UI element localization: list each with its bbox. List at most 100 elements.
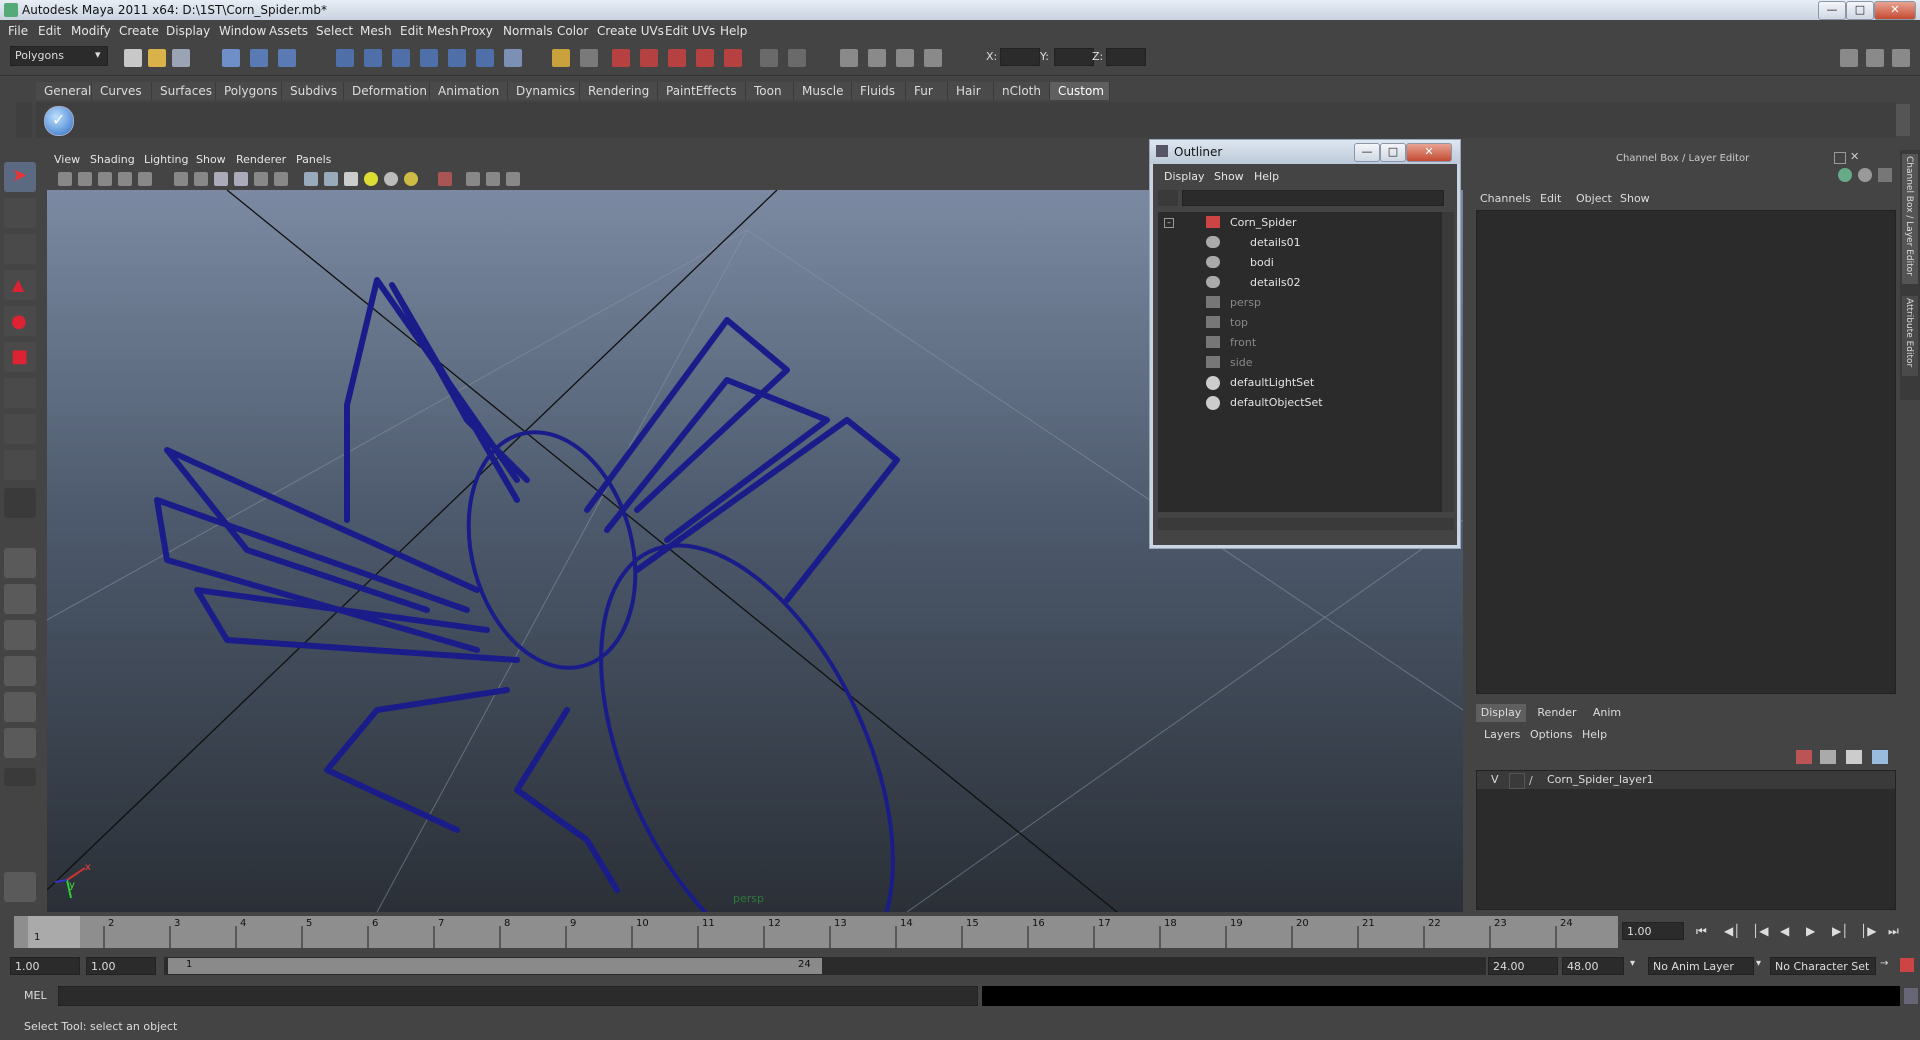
- menu-select[interactable]: Select: [316, 24, 353, 38]
- menu-mesh[interactable]: Mesh: [360, 24, 392, 38]
- layer-name[interactable]: Corn_Spider_layer1: [1547, 773, 1654, 786]
- anim-layer-dropdown[interactable]: No Anim Layer: [1648, 957, 1754, 975]
- all-lights-icon[interactable]: [384, 172, 398, 186]
- layout-persp-graph-icon[interactable]: [4, 656, 36, 686]
- x-field[interactable]: [1000, 48, 1040, 66]
- menu-edit-mesh[interactable]: Edit Mesh: [400, 24, 459, 38]
- go-to-start-icon[interactable]: ⏮: [1696, 924, 1707, 939]
- menu-display[interactable]: Display: [166, 24, 210, 38]
- mel-command-input[interactable]: [58, 986, 978, 1006]
- menu-window[interactable]: Window: [219, 24, 266, 38]
- outliner-item-front[interactable]: front: [1230, 336, 1256, 349]
- cb-menu-object[interactable]: Object: [1576, 192, 1612, 205]
- layer-tab-anim[interactable]: Anim: [1584, 704, 1630, 722]
- new-layer-empty-icon[interactable]: [1796, 750, 1812, 764]
- hypershade-icon[interactable]: [696, 49, 714, 67]
- outliner-vertical-scrollbar[interactable]: [1442, 212, 1454, 512]
- collapse-toggle-icon[interactable]: –: [1164, 218, 1174, 228]
- show-channel-box-icon[interactable]: [1892, 49, 1910, 67]
- menu-help[interactable]: Help: [720, 24, 747, 38]
- flat-shade-icon[interactable]: [234, 172, 248, 186]
- xray-icon[interactable]: [466, 172, 480, 186]
- layout-hypershade-icon[interactable]: [4, 692, 36, 722]
- menu-set-dropdown[interactable]: Polygons ▾: [10, 46, 108, 66]
- bookmark-icon[interactable]: [98, 172, 112, 186]
- play-backwards-icon[interactable]: ◀: [1780, 924, 1789, 938]
- play-forwards-icon[interactable]: ▶: [1806, 924, 1815, 938]
- step-forward-frame-icon[interactable]: ▶│: [1832, 924, 1848, 938]
- chevron-down-icon[interactable]: ▾: [1756, 958, 1761, 969]
- layer-type-toggle[interactable]: [1509, 773, 1525, 789]
- key-icon[interactable]: →: [1880, 958, 1888, 969]
- animation-start-time-field[interactable]: 1.00: [10, 957, 80, 975]
- cb-menu-channels[interactable]: Channels: [1480, 192, 1531, 205]
- outliner-item-top[interactable]: top: [1230, 316, 1248, 329]
- step-back-key-icon[interactable]: ◀│: [1724, 924, 1740, 938]
- snap-grid-icon[interactable]: [336, 49, 354, 67]
- layer-menu-options[interactable]: Options: [1530, 728, 1572, 741]
- layout-outliner-persp-icon[interactable]: [4, 620, 36, 650]
- snap-curve-icon[interactable]: [364, 49, 382, 67]
- layout-persp-outliner-icon[interactable]: [4, 728, 36, 758]
- default-light-icon[interactable]: [364, 172, 378, 186]
- shelf-tab-dynamics[interactable]: Dynamics: [508, 82, 580, 100]
- layout-two-icon[interactable]: [788, 49, 806, 67]
- command-language-label[interactable]: MEL: [24, 989, 47, 1002]
- shelf-tab-fluids[interactable]: Fluids: [852, 82, 906, 100]
- shelf-scroll-arrows[interactable]: [1896, 104, 1910, 136]
- outliner-minimize-button[interactable]: —: [1354, 143, 1380, 162]
- viewport-menu-panels[interactable]: Panels: [296, 153, 331, 166]
- shaded-icon[interactable]: [324, 172, 338, 186]
- layer-menu-help[interactable]: Help: [1582, 728, 1607, 741]
- viewport-menu-show[interactable]: Show: [196, 153, 226, 166]
- outliner-item-corn-spider[interactable]: Corn_Spider: [1230, 216, 1297, 229]
- character-set-dropdown[interactable]: No Character Set: [1770, 957, 1876, 975]
- channel-box-pen-icon[interactable]: [1878, 168, 1892, 182]
- snap-live-icon[interactable]: [448, 49, 466, 67]
- outliner-tree[interactable]: – Corn_Spider details01 bodi details02 p…: [1158, 212, 1442, 512]
- select-hierarchy-icon[interactable]: [222, 49, 240, 67]
- outliner-item-details02[interactable]: details02: [1250, 276, 1301, 289]
- snap-plane-icon[interactable]: [420, 49, 438, 67]
- open-scene-icon[interactable]: [148, 49, 166, 67]
- bounding-box-icon[interactable]: [254, 172, 268, 186]
- chevron-down-icon[interactable]: ▾: [1630, 958, 1635, 969]
- outliner-item-bodi[interactable]: bodi: [1250, 256, 1274, 269]
- cb-menu-show[interactable]: Show: [1620, 192, 1650, 205]
- share-icon[interactable]: [506, 172, 520, 186]
- range-slider-handle[interactable]: 1 24: [168, 958, 822, 974]
- channel-box-settings-icon[interactable]: [1858, 168, 1872, 182]
- history-icon[interactable]: [504, 49, 522, 67]
- shelf-tab-custom[interactable]: Custom: [1050, 82, 1110, 100]
- camera-icon[interactable]: [840, 49, 858, 67]
- snap-point-icon[interactable]: [392, 49, 410, 67]
- menu-create-uvs[interactable]: Create UVs: [597, 24, 664, 38]
- script-editor-icon[interactable]: [1904, 988, 1918, 1004]
- scale-tool-icon[interactable]: ■: [4, 342, 36, 372]
- shelf-tab-rendering[interactable]: Rendering: [580, 82, 658, 100]
- y-field[interactable]: [1054, 48, 1094, 66]
- ipr-render-icon[interactable]: [640, 49, 658, 67]
- shelf-tab-muscle[interactable]: Muscle: [794, 82, 852, 100]
- render-frame-icon[interactable]: [612, 49, 630, 67]
- input-output-icon[interactable]: [580, 49, 598, 67]
- outliner-menu-show[interactable]: Show: [1214, 170, 1244, 183]
- layer-color-swatch[interactable]: ∕: [1529, 773, 1543, 787]
- maximize-button[interactable]: □: [1846, 1, 1874, 20]
- layout-four-pane-icon[interactable]: [4, 584, 36, 614]
- show-tool-settings-icon[interactable]: [1866, 49, 1884, 67]
- film-gate-icon[interactable]: [138, 172, 152, 186]
- camera-attributes-icon[interactable]: [78, 172, 92, 186]
- render-settings-icon[interactable]: [668, 49, 686, 67]
- step-forward-key-icon[interactable]: │▶: [1860, 924, 1876, 938]
- layer-tab-display[interactable]: Display: [1476, 704, 1526, 722]
- new-scene-icon[interactable]: [124, 49, 142, 67]
- select-component-icon[interactable]: [278, 49, 296, 67]
- menu-edit-uvs[interactable]: Edit UVs: [665, 24, 715, 38]
- shelf-tab-general[interactable]: General: [36, 82, 92, 100]
- selected-lights-icon[interactable]: [404, 172, 418, 186]
- menu-file[interactable]: File: [8, 24, 28, 38]
- close-button[interactable]: ✕: [1874, 1, 1916, 20]
- panel-close-icon[interactable]: ✕: [1850, 150, 1859, 163]
- z-field[interactable]: [1106, 48, 1146, 66]
